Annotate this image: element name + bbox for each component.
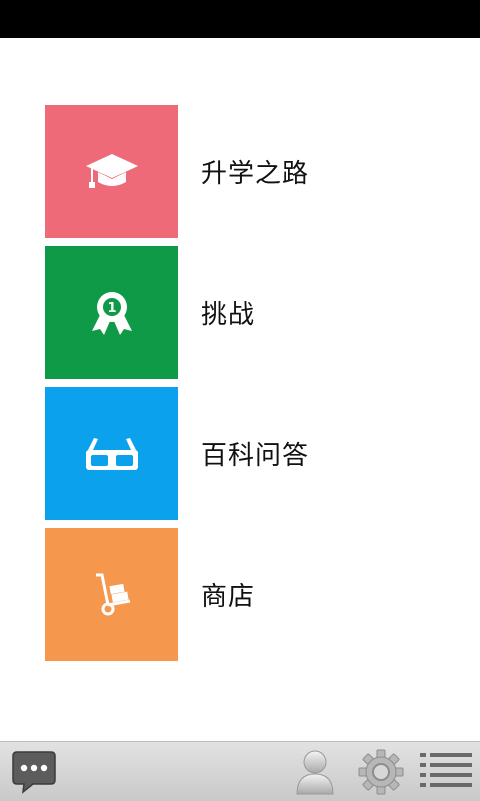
- menu-item-shop[interactable]: 商店: [45, 528, 465, 661]
- profile-icon: [296, 750, 334, 795]
- menu-tile-path-to-school[interactable]: [45, 105, 178, 238]
- menu-tile-shop[interactable]: [45, 528, 178, 661]
- graduation-cap-icon: [85, 153, 138, 188]
- award-ribbon-icon: 1: [91, 291, 132, 335]
- menu-label-encyclopedia-qa: 百科问答: [201, 441, 310, 471]
- hand-truck-icon: [95, 573, 130, 615]
- bottom-toolbar: [0, 741, 480, 801]
- list-menu-button[interactable]: [420, 749, 472, 795]
- main-menu: 升学之路 1 挑战 百科问答 商店: [45, 105, 465, 669]
- menu-item-encyclopedia-qa[interactable]: 百科问答: [45, 387, 465, 520]
- 3d-glasses-icon: [85, 437, 138, 470]
- chat-icon: [12, 751, 56, 794]
- profile-button[interactable]: [294, 747, 336, 797]
- menu-tile-challenge[interactable]: 1: [45, 246, 178, 379]
- menu-item-challenge[interactable]: 1 挑战: [45, 246, 465, 379]
- menu-item-path-to-school[interactable]: 升学之路: [45, 105, 465, 238]
- award-number: 1: [107, 301, 116, 316]
- menu-tile-encyclopedia-qa[interactable]: [45, 387, 178, 520]
- chat-button[interactable]: [10, 749, 58, 795]
- menu-label-shop: 商店: [201, 582, 256, 612]
- settings-button[interactable]: [356, 747, 406, 797]
- menu-label-path-to-school: 升学之路: [201, 159, 310, 189]
- list-menu-icon: [420, 753, 472, 787]
- menu-label-challenge: 挑战: [201, 300, 256, 330]
- settings-gear-icon: [358, 749, 404, 795]
- status-bar: [0, 0, 480, 38]
